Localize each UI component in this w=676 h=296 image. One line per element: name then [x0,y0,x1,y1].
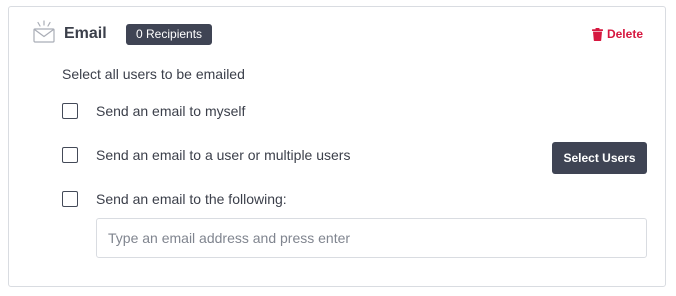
mail-icon [32,20,56,44]
option-email-following: Send an email to the following: [62,190,287,208]
option-label: Send an email to myself [96,103,246,119]
select-users-button[interactable]: Select Users [552,142,647,174]
option-email-myself: Send an email to myself [62,102,245,120]
option-label: Send an email to a user or multiple user… [96,147,351,163]
email-following-checkbox[interactable] [62,191,78,207]
delete-label: Delete [606,27,643,41]
instruction-text: Select all users to be emailed [62,66,245,82]
recipients-badge: 0 Recipients [126,24,213,45]
email-myself-checkbox[interactable] [62,103,78,119]
option-email-users: Send an email to a user or multiple user… [62,146,350,164]
card-title: Email [64,25,107,42]
email-address-input[interactable] [96,218,647,258]
option-label: Send an email to the following: [96,191,287,207]
trash-icon [591,27,603,41]
delete-button[interactable]: Delete [591,26,643,42]
email-users-checkbox[interactable] [62,147,78,163]
email-action-card: Email 0 Recipients Delete Select all use… [8,6,666,287]
